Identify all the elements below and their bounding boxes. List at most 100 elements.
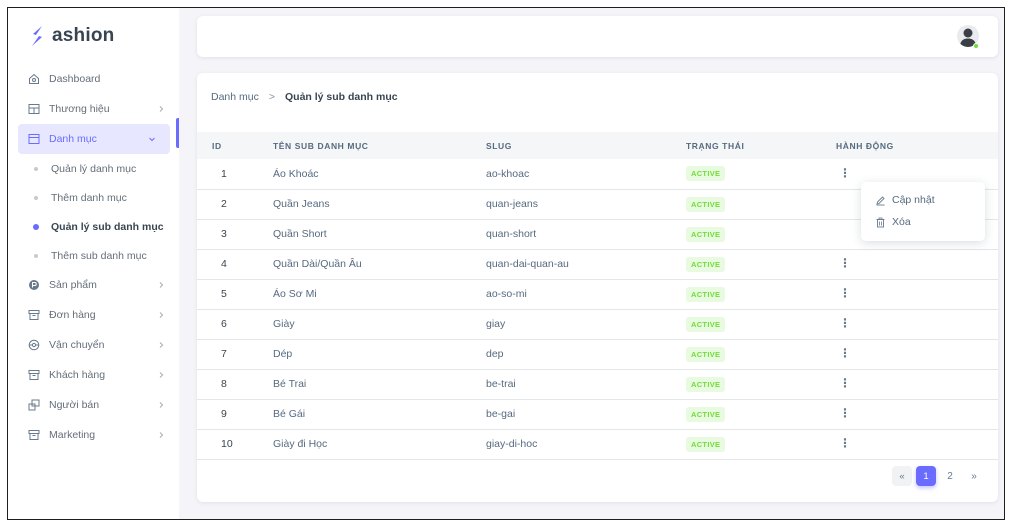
shipping-icon bbox=[28, 339, 40, 351]
chevron-right-icon bbox=[159, 372, 164, 378]
sidebar-menu: Dashboard Thương hiệu Danh mục Quản lý d… bbox=[8, 64, 179, 450]
cell-slug: dep bbox=[486, 348, 504, 360]
status-badge: ACTIVE bbox=[686, 196, 726, 212]
sidebar-item-customers[interactable]: Khách hàng bbox=[8, 360, 179, 390]
brand-logo-icon bbox=[32, 26, 42, 46]
cell-name: Áo Khoác bbox=[273, 167, 319, 180]
sidebar-subitem-manage-categories[interactable]: Quản lý danh mục bbox=[8, 154, 179, 183]
cell-name: Giày đi Học bbox=[273, 438, 328, 450]
box-icon bbox=[28, 369, 40, 381]
pagination-prev-button[interactable]: « bbox=[892, 466, 912, 486]
more-actions-icon[interactable]: ⋮ bbox=[836, 437, 854, 449]
more-actions-icon[interactable]: ⋮ bbox=[836, 377, 854, 389]
more-actions-icon[interactable]: ⋮ bbox=[836, 287, 854, 299]
row-actions-dropdown: Cập nhật Xóa bbox=[861, 182, 985, 241]
pagination-page-1[interactable]: 1 bbox=[916, 466, 936, 486]
sidebar-subitem-label: Quản lý danh mục bbox=[51, 162, 137, 175]
chevron-right-icon bbox=[159, 402, 164, 408]
sidebar-item-label: Marketing bbox=[49, 429, 96, 441]
cell-slug: be-gai bbox=[486, 408, 516, 420]
cell-slug: ao-so-mi bbox=[486, 288, 527, 300]
column-header-status: TRẠNG THÁI bbox=[686, 140, 745, 151]
box-icon bbox=[28, 309, 40, 321]
status-badge: ACTIVE bbox=[686, 346, 726, 362]
cell-id: 4 bbox=[221, 258, 227, 270]
sidebar: ashion Dashboard Thương hiệu Danh mục Qu… bbox=[8, 8, 179, 519]
chevron-right-icon bbox=[159, 342, 164, 348]
cell-name: Quần Dài/Quần Âu bbox=[273, 258, 362, 270]
status-badge: ACTIVE bbox=[686, 256, 726, 272]
status-badge: ACTIVE bbox=[686, 436, 726, 452]
sidebar-item-orders[interactable]: Đơn hàng bbox=[8, 300, 179, 330]
breadcrumb-current: Quản lý sub danh mục bbox=[285, 91, 398, 103]
sidebar-item-label: Đơn hàng bbox=[49, 309, 96, 321]
cell-status: ACTIVE bbox=[686, 309, 836, 339]
brand[interactable]: ashion bbox=[8, 8, 179, 64]
table-icon bbox=[28, 103, 40, 115]
cell-action: ⋮ bbox=[836, 369, 998, 399]
pagination-page-2[interactable]: 2 bbox=[940, 466, 960, 486]
status-badge: ACTIVE bbox=[686, 286, 726, 302]
table-row: 10 Giày đi Học giay-di-hoc ACTIVE ⋮ bbox=[197, 429, 998, 459]
chevron-down-icon bbox=[149, 137, 155, 142]
sidebar-item-label: Danh mục bbox=[49, 133, 97, 145]
cell-id: 5 bbox=[221, 288, 227, 300]
sidebar-item-label: Dashboard bbox=[49, 73, 101, 85]
delete-menu-label: Xóa bbox=[892, 216, 911, 228]
column-header-name: TÊN SUB DANH MỤC bbox=[273, 140, 369, 151]
cell-id: 2 bbox=[221, 198, 227, 210]
cell-slug: giay-di-hoc bbox=[486, 438, 538, 450]
cell-name: Quần Jeans bbox=[273, 198, 330, 210]
cell-action: ⋮ bbox=[836, 429, 998, 459]
sidebar-item-categories[interactable]: Danh mục bbox=[18, 124, 170, 154]
more-actions-icon[interactable]: ⋮ bbox=[836, 167, 854, 179]
cell-status: ACTIVE bbox=[686, 189, 836, 219]
sidebar-subitem-add-category[interactable]: Thêm danh mục bbox=[8, 183, 179, 212]
sidebar-subitem-add-subcategory[interactable]: Thêm sub danh mục bbox=[8, 241, 179, 270]
sidebar-item-label: Sản phẩm bbox=[49, 279, 97, 291]
table-row: 8 Bé Trai be-trai ACTIVE ⋮ bbox=[197, 369, 998, 399]
sidebar-item-sellers[interactable]: Người bán bbox=[8, 390, 179, 420]
update-menu-item[interactable]: Cập nhật bbox=[861, 189, 985, 211]
cell-status: ACTIVE bbox=[686, 159, 836, 189]
trash-icon bbox=[875, 217, 886, 228]
pagination: « 1 2 » bbox=[892, 466, 984, 486]
sidebar-item-label: Người bán bbox=[49, 399, 100, 411]
more-actions-icon[interactable]: ⋮ bbox=[836, 347, 854, 359]
cell-slug: be-trai bbox=[486, 378, 516, 390]
bullet-dot bbox=[34, 253, 38, 258]
bullet-dot bbox=[34, 195, 38, 200]
table-row: 5 Áo Sơ Mi ao-so-mi ACTIVE ⋮ bbox=[197, 279, 998, 309]
column-header-slug: SLUG bbox=[486, 140, 513, 151]
breadcrumb-parent[interactable]: Danh mục bbox=[211, 91, 259, 103]
cell-id: 3 bbox=[221, 228, 227, 240]
sidebar-subitem-manage-subcategories[interactable]: Quản lý sub danh mục bbox=[8, 212, 179, 241]
sidebar-item-shipping[interactable]: Vận chuyển bbox=[8, 330, 179, 360]
cell-action: ⋮ bbox=[836, 339, 998, 369]
product-icon bbox=[28, 279, 40, 291]
chevron-right-icon bbox=[159, 312, 164, 318]
cell-id: 7 bbox=[221, 348, 227, 360]
more-actions-icon[interactable]: ⋮ bbox=[836, 407, 854, 419]
sidebar-subitem-label: Quản lý sub danh mục bbox=[51, 220, 164, 233]
seller-icon bbox=[28, 399, 40, 411]
pagination-next-button[interactable]: » bbox=[964, 466, 984, 486]
sidebar-item-label: Khách hàng bbox=[49, 369, 106, 381]
chevron-right-icon bbox=[159, 432, 164, 438]
sidebar-item-brands[interactable]: Thương hiệu bbox=[8, 94, 179, 124]
cell-status: ACTIVE bbox=[686, 249, 836, 279]
cell-status: ACTIVE bbox=[686, 429, 836, 459]
chevron-right-icon bbox=[159, 282, 164, 288]
more-actions-icon[interactable]: ⋮ bbox=[836, 317, 854, 329]
cell-id: 1 bbox=[221, 167, 227, 180]
cell-name: Bé Trai bbox=[273, 378, 307, 390]
box-icon bbox=[28, 429, 40, 441]
sidebar-item-products[interactable]: Sản phẩm bbox=[8, 270, 179, 300]
bullet-dot bbox=[33, 223, 39, 230]
cell-name: Dép bbox=[273, 348, 293, 360]
column-header-action: HÀNH ĐỘNG bbox=[836, 140, 894, 151]
sidebar-item-dashboard[interactable]: Dashboard bbox=[8, 64, 179, 94]
sidebar-item-marketing[interactable]: Marketing bbox=[8, 420, 179, 450]
more-actions-icon[interactable]: ⋮ bbox=[836, 257, 854, 269]
delete-menu-item[interactable]: Xóa bbox=[861, 211, 985, 233]
